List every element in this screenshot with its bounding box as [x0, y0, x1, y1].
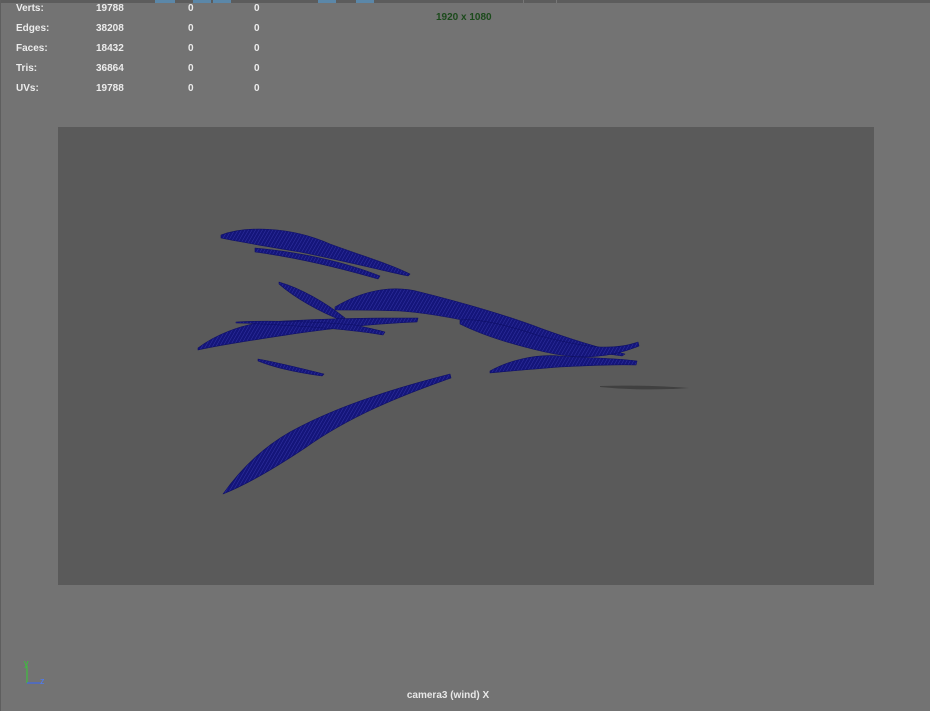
leaf-mesh-right[interactable]	[459, 319, 640, 358]
ground-shadow	[600, 385, 689, 390]
maya-viewport[interactable]: Verts: 19788 0 0 Edges: 38208 0 0 Faces:…	[0, 0, 930, 711]
axis-z-label: z	[40, 676, 45, 686]
axis-gizmo-icon: y z	[24, 658, 45, 686]
leaf-mesh-top[interactable]	[220, 228, 411, 277]
camera-name-label: camera3 (wind) X	[406, 690, 490, 701]
leaf-mesh-curl[interactable]	[278, 281, 346, 321]
leaf-mesh-bottom[interactable]	[222, 373, 452, 495]
scene-canvas[interactable]	[0, 0, 930, 711]
leaf-mesh-right-lower[interactable]	[489, 355, 638, 374]
leaf-mesh-small[interactable]	[257, 358, 325, 377]
axis-gizmo: y z	[18, 658, 58, 688]
axis-y-label: y	[24, 658, 29, 668]
